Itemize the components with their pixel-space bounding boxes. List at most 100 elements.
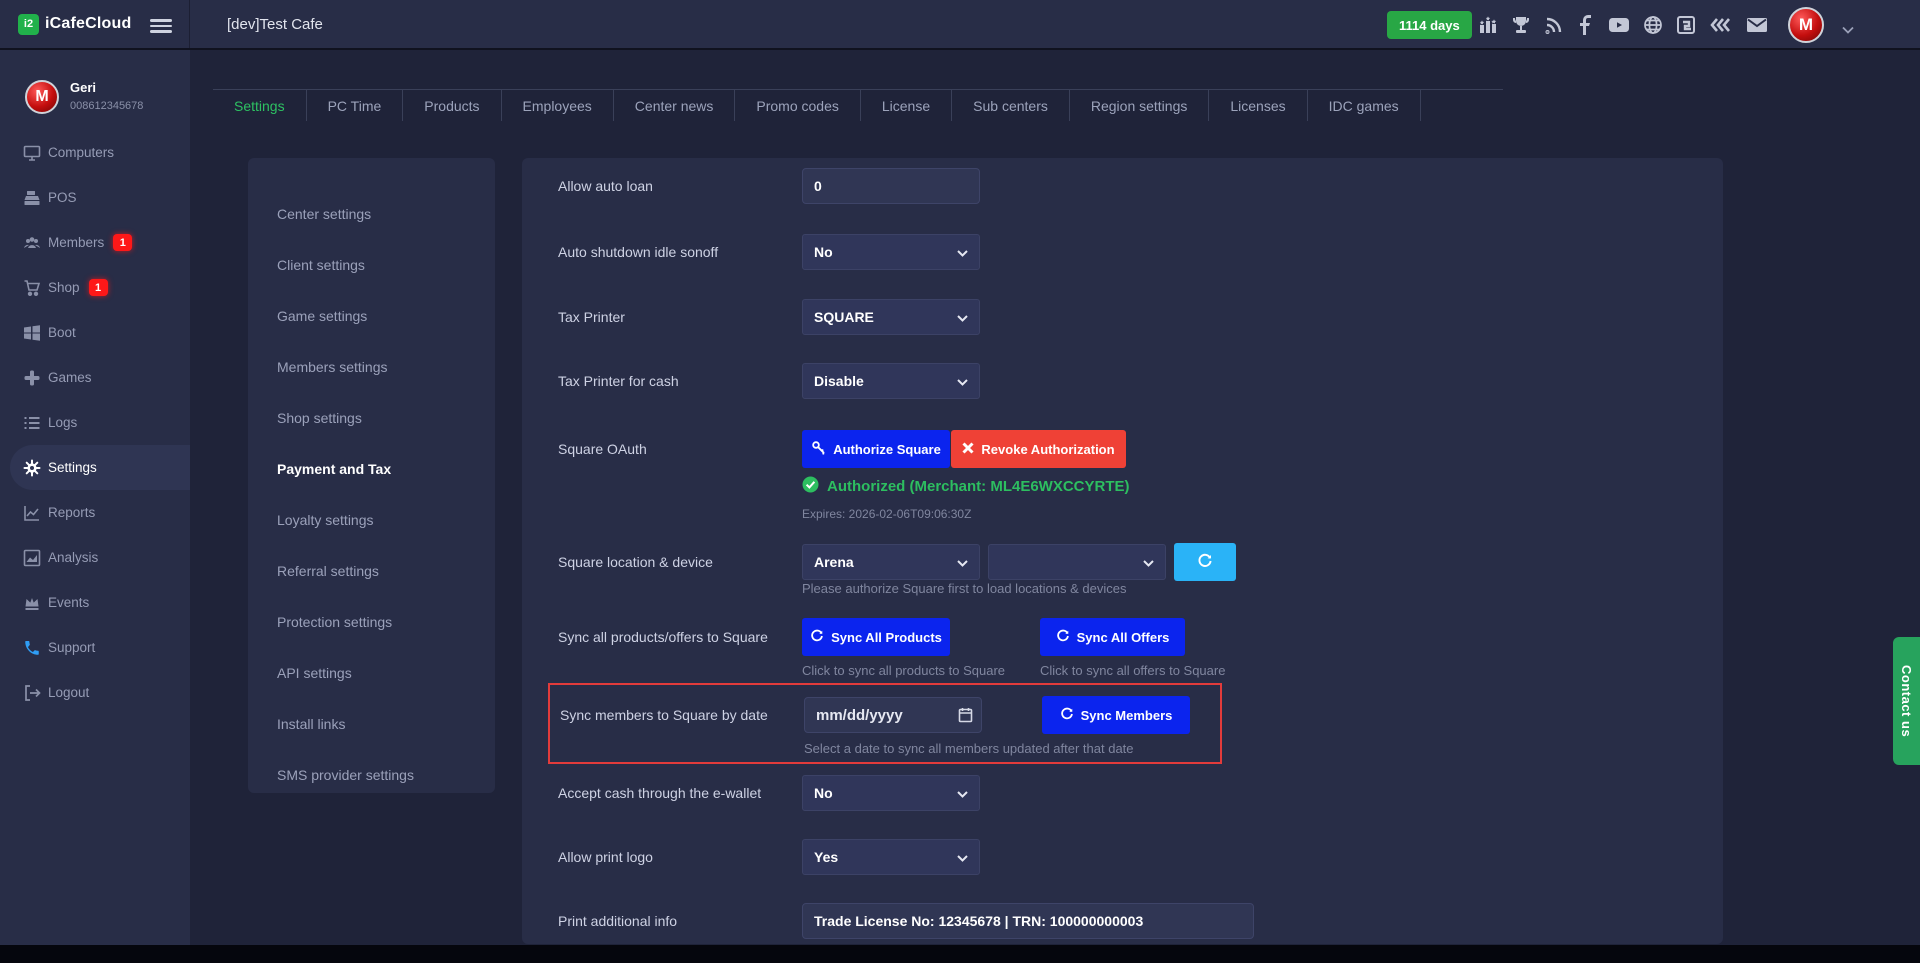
globe-icon[interactable] bbox=[1643, 15, 1663, 35]
sidebar: M Geri 008612345678 Computers POS Member… bbox=[0, 50, 190, 945]
sync-icon bbox=[1056, 629, 1070, 646]
print-additional-info-input[interactable] bbox=[802, 903, 1254, 939]
pos-icon bbox=[23, 189, 41, 207]
chevron-down-icon bbox=[957, 373, 968, 389]
sidebar-item-support[interactable]: Support bbox=[0, 625, 190, 670]
accept-cash-select[interactable]: No bbox=[802, 775, 980, 811]
square-location-select[interactable]: Arena bbox=[802, 544, 980, 580]
submenu-api-settings[interactable]: API settings bbox=[248, 647, 495, 698]
allow-auto-loan-input[interactable] bbox=[802, 168, 980, 204]
sidebar-item-computers[interactable]: Computers bbox=[0, 130, 190, 175]
sidebar-item-settings[interactable]: Settings bbox=[10, 445, 190, 490]
sync-icon bbox=[1197, 553, 1213, 572]
square-auth-expires: Expires: 2026-02-06T09:06:30Z bbox=[802, 507, 971, 521]
submenu-game-settings[interactable]: Game settings bbox=[248, 290, 495, 341]
tab-idc-games[interactable]: IDC games bbox=[1308, 90, 1421, 121]
print-additional-info-label: Print additional info bbox=[558, 913, 802, 929]
tab-products[interactable]: Products bbox=[403, 90, 501, 121]
chevron-down-icon[interactable] bbox=[1842, 21, 1854, 39]
sidebar-item-events[interactable]: Events bbox=[0, 580, 190, 625]
submenu-client-settings[interactable]: Client settings bbox=[248, 239, 495, 290]
facebook-icon[interactable] bbox=[1577, 15, 1595, 35]
bottom-strip bbox=[0, 945, 1920, 963]
chevron-down-icon bbox=[957, 309, 968, 325]
sync-icon bbox=[810, 629, 824, 646]
check-circle-icon bbox=[802, 476, 819, 497]
sync-all-offers-button[interactable]: Sync All Offers bbox=[1040, 618, 1185, 656]
sidebar-avatar[interactable]: M bbox=[25, 80, 59, 114]
contact-us-button[interactable]: Contact us bbox=[1893, 637, 1920, 765]
square-location-help: Please authorize Square first to load lo… bbox=[802, 581, 1126, 596]
key-icon bbox=[811, 440, 826, 458]
authorize-square-button[interactable]: Authorize Square bbox=[802, 430, 950, 468]
submenu-shop-settings[interactable]: Shop settings bbox=[248, 392, 495, 443]
auto-shutdown-select[interactable]: No bbox=[802, 234, 980, 270]
submenu-loyalty-settings[interactable]: Loyalty settings bbox=[248, 494, 495, 545]
ranking-icon[interactable] bbox=[1478, 15, 1498, 35]
revoke-authorization-button[interactable]: Revoke Authorization bbox=[951, 430, 1126, 468]
trophy-icon[interactable] bbox=[1511, 15, 1531, 35]
layers-icon[interactable] bbox=[1709, 16, 1733, 34]
tab-license[interactable]: License bbox=[861, 90, 952, 121]
sidebar-item-logs[interactable]: Logs bbox=[0, 400, 190, 445]
submenu-install-links[interactable]: Install links bbox=[248, 698, 495, 749]
sync-all-products-button[interactable]: Sync All Products bbox=[802, 618, 950, 656]
sync-members-label: Sync members to Square by date bbox=[560, 707, 804, 723]
sidebar-item-boot[interactable]: Boot bbox=[0, 310, 190, 355]
submenu-center-settings[interactable]: Center settings bbox=[248, 188, 495, 239]
sidebar-item-analysis[interactable]: Analysis bbox=[0, 535, 190, 580]
tab-licenses[interactable]: Licenses bbox=[1209, 90, 1307, 121]
list-icon bbox=[23, 414, 41, 432]
sync-offers-help: Click to sync all offers to Square bbox=[1040, 663, 1225, 678]
submenu-payment-and-tax[interactable]: Payment and Tax bbox=[248, 443, 495, 494]
shop-badge: 1 bbox=[89, 279, 108, 296]
tax-printer-cash-select[interactable]: Disable bbox=[802, 363, 980, 399]
allow-print-logo-select[interactable]: Yes bbox=[802, 839, 980, 875]
square-device-select[interactable] bbox=[988, 544, 1166, 580]
sidebar-item-reports[interactable]: Reports bbox=[0, 490, 190, 535]
icafecloud-icon[interactable] bbox=[1676, 15, 1696, 35]
tab-employees[interactable]: Employees bbox=[502, 90, 614, 121]
auto-shutdown-label: Auto shutdown idle sonoff bbox=[558, 244, 802, 260]
chevron-down-icon bbox=[957, 849, 968, 865]
sync-members-date-input[interactable] bbox=[805, 698, 981, 732]
sidebar-item-games[interactable]: Games bbox=[0, 355, 190, 400]
days-remaining-badge[interactable]: 1114 days bbox=[1387, 11, 1472, 39]
tab-settings[interactable]: Settings bbox=[213, 90, 307, 121]
square-oauth-label: Square OAuth bbox=[558, 441, 802, 457]
submenu-members-settings[interactable]: Members settings bbox=[248, 341, 495, 392]
tab-sub-centers[interactable]: Sub centers bbox=[952, 90, 1070, 121]
sidebar-user-id: 008612345678 bbox=[70, 100, 143, 112]
mail-icon[interactable] bbox=[1746, 16, 1768, 34]
rss-icon[interactable] bbox=[1544, 15, 1564, 35]
top-bar: i2 iCafeCloud [dev]Test Cafe 1114 days bbox=[0, 0, 1920, 50]
tab-region-settings[interactable]: Region settings bbox=[1070, 90, 1210, 121]
tab-promo-codes[interactable]: Promo codes bbox=[735, 90, 860, 121]
members-icon bbox=[23, 234, 41, 252]
youtube-icon[interactable] bbox=[1608, 16, 1630, 34]
user-avatar[interactable]: M bbox=[1788, 7, 1824, 43]
calendar-icon[interactable] bbox=[958, 707, 973, 728]
tax-printer-select[interactable]: SQUARE bbox=[802, 299, 980, 335]
sync-members-date-field[interactable] bbox=[804, 697, 982, 733]
sync-products-label: Sync all products/offers to Square bbox=[558, 629, 802, 645]
tab-center-news[interactable]: Center news bbox=[614, 90, 736, 121]
submenu-sms-provider-settings[interactable]: SMS provider settings bbox=[248, 749, 495, 800]
logout-icon bbox=[23, 684, 41, 702]
sidebar-user-name: Geri bbox=[70, 80, 96, 95]
sidebar-item-logout[interactable]: Logout bbox=[0, 670, 190, 715]
submenu-protection-settings[interactable]: Protection settings bbox=[248, 596, 495, 647]
sync-members-help: Select a date to sync all members update… bbox=[804, 741, 1134, 756]
sidebar-item-members[interactable]: Members 1 bbox=[0, 220, 190, 265]
sidebar-item-pos[interactable]: POS bbox=[0, 175, 190, 220]
sync-members-button[interactable]: Sync Members bbox=[1042, 696, 1190, 734]
icafecloud-logo-icon: i2 bbox=[18, 14, 39, 35]
hamburger-menu-icon[interactable] bbox=[150, 16, 172, 36]
allow-print-logo-label: Allow print logo bbox=[558, 849, 802, 865]
reload-locations-button[interactable] bbox=[1174, 543, 1236, 581]
submenu-referral-settings[interactable]: Referral settings bbox=[248, 545, 495, 596]
icafecloud-app: i2 iCafeCloud [dev]Test Cafe 1114 days bbox=[0, 0, 1920, 963]
tab-pc-time[interactable]: PC Time bbox=[307, 90, 404, 121]
sidebar-item-shop[interactable]: Shop 1 bbox=[0, 265, 190, 310]
settings-submenu: Center settings Client settings Game set… bbox=[248, 158, 495, 793]
